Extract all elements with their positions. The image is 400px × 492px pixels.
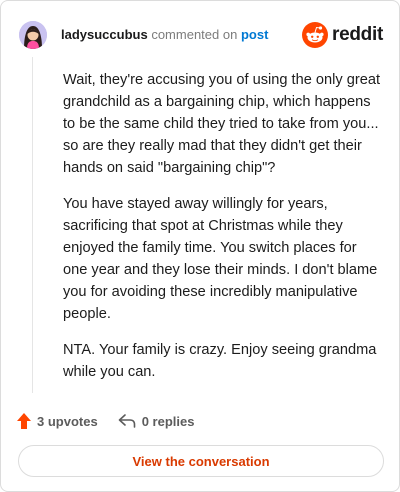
comment-body: Wait, they're accusing you of using the …: [63, 69, 385, 397]
comment-paragraph: NTA. Your family is crazy. Enjoy seeing …: [63, 342, 377, 380]
reddit-logo[interactable]: reddit: [302, 22, 383, 48]
action-text: commented on: [151, 27, 238, 42]
reply-button[interactable]: 0 replies: [118, 413, 195, 429]
embedded-comment-card: ladysuccubus commented on post reddit Wa…: [0, 0, 400, 492]
view-conversation-button[interactable]: View the conversation: [18, 445, 384, 477]
comment-actions: 3 upvotes 0 replies: [17, 411, 194, 431]
thread-line: [32, 57, 33, 393]
avatar-illustration: [19, 21, 47, 49]
brand-wordmark: reddit: [332, 24, 383, 45]
username-link[interactable]: ladysuccubus: [61, 27, 148, 42]
user-avatar[interactable]: [19, 21, 47, 49]
comment-header: ladysuccubus commented on post reddit: [19, 19, 383, 51]
upvote-arrow-icon: [17, 413, 31, 429]
post-link[interactable]: post: [241, 27, 268, 42]
comment-paragraph: You have stayed away willingly for years…: [63, 196, 378, 322]
upvote-button[interactable]: 3 upvotes: [17, 413, 98, 429]
reply-arrow-icon: [118, 414, 135, 428]
comment-paragraph: Wait, they're accusing you of using the …: [63, 72, 380, 176]
reddit-snoo-icon: [302, 22, 329, 48]
upvote-count: 3 upvotes: [37, 413, 98, 429]
comment-meta: ladysuccubus commented on post: [61, 27, 268, 43]
reply-count: 0 replies: [141, 413, 195, 429]
